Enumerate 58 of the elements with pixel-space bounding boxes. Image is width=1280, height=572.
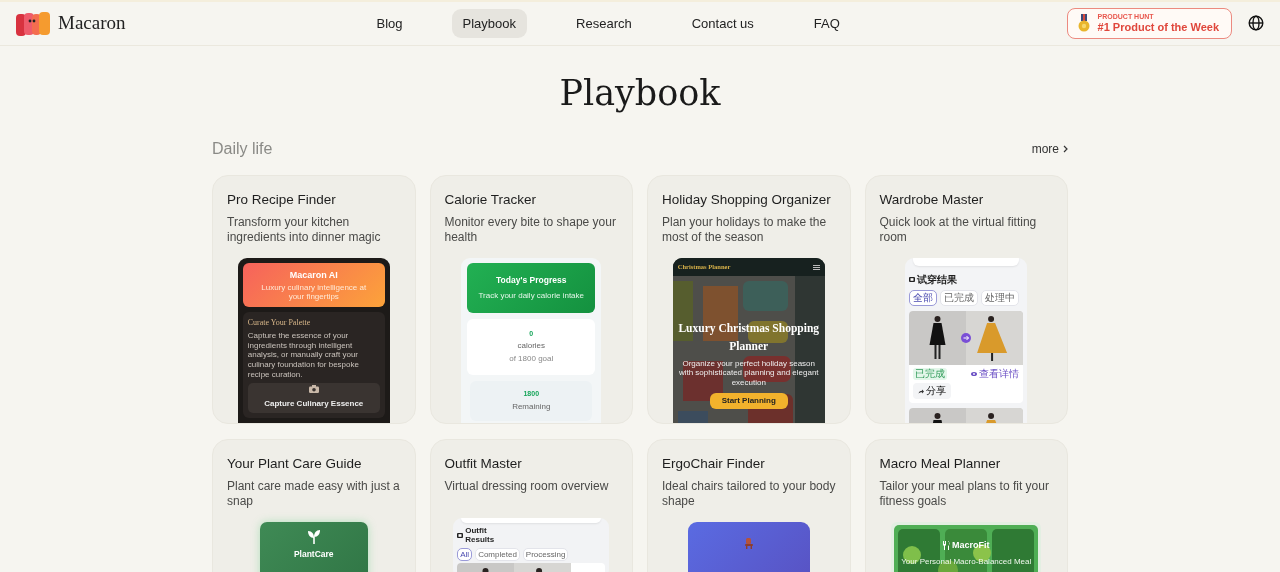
nav-link[interactable]: Contact us xyxy=(680,8,765,39)
card-title: Calorie Tracker xyxy=(444,191,538,210)
brand-name[interactable]: Macaron xyxy=(58,9,126,38)
card-title: Holiday Shopping Organizer xyxy=(662,191,832,210)
stat-label: calories xyxy=(517,340,546,353)
app-card[interactable]: Your Plant Care Guide Plant care made easy with just a snap PlantCare xyxy=(212,439,416,572)
card-title: Outfit Master xyxy=(444,455,523,474)
card-description: Ideal chairs tailored to your body shape xyxy=(662,479,836,509)
card-description: Plant care made easy with just a snap xyxy=(227,479,401,509)
results-heading: 试穿结果 xyxy=(917,273,958,288)
nav-link[interactable]: Playbook xyxy=(451,8,528,39)
card-description: Virtual dressing room overview xyxy=(444,479,610,496)
panel-text: Capture the essence of your ingredients through intelligent analysis, or manually craft your culinary foundation for bespoke recipe curation. xyxy=(247,331,360,380)
nav-link[interactable]: Research xyxy=(565,8,643,39)
stat-note: of 1800 goal xyxy=(509,353,554,366)
filter-tab[interactable]: 已完成 xyxy=(940,290,979,307)
card-description: Monitor every bite to shape your health xyxy=(444,215,617,245)
card-title: Wardrobe Master xyxy=(879,191,985,210)
hero-heading: Luxury Christmas Shopping Planner xyxy=(677,321,820,354)
app-card[interactable]: Wardrobe Master Quick look at the virtual fitting room 试穿结果 全部 已完成 处理中 已完成 查看详情 分享 xyxy=(864,175,1068,425)
results-heading: Outfit Results xyxy=(465,526,496,545)
hero-text: Organize your perfect holiday season with sophisticated planning and elegant execution xyxy=(677,358,820,388)
section-title: Daily life xyxy=(212,139,273,159)
card-description: Quick look at the virtual fitting room xyxy=(879,215,1038,245)
filter-tab[interactable]: 全部 xyxy=(909,290,938,307)
share-button[interactable]: 分享 xyxy=(913,383,952,400)
app-title: Macaron AI xyxy=(289,268,338,282)
app-title: PlantCare xyxy=(293,548,334,561)
upload-label: Capture Culinary Essence xyxy=(264,398,364,411)
app-tagline: Luxury culinary intelligence at your fingertips xyxy=(260,283,368,302)
card-title: Pro Recipe Finder xyxy=(227,191,337,210)
app-tagline: Your Personal Macro-Balanced Meal xyxy=(901,555,1032,568)
page-title: Playbook xyxy=(558,72,722,114)
nav-link[interactable]: FAQ xyxy=(802,8,851,39)
progress-subheading: Track your daily calorie intake xyxy=(478,290,584,303)
app-card[interactable]: ErgoChair Finder Ideal chairs tailored to your body shape xyxy=(647,439,851,572)
details-link[interactable]: 查看详情 xyxy=(971,368,1020,381)
panel-heading: Curate Your Palette xyxy=(247,317,312,330)
card-description: Transform your kitchen ingredients into dinner magic xyxy=(227,215,382,245)
card-description: Plan your holidays to make the most of the season xyxy=(662,215,828,245)
filter-tab[interactable]: Completed xyxy=(475,547,520,562)
filter-tab[interactable]: All xyxy=(457,547,473,562)
app-card[interactable]: Outfit Master Virtual dressing room overview Outfit Results All Completed Processing xyxy=(429,439,633,572)
app-card[interactable]: Macro Meal Planner Tailor your meal plans to fit your fitness goals MacroFit Your Personal Macro-Balanced Meal xyxy=(864,439,1068,572)
card-title: Your Plant Care Guide xyxy=(227,455,363,474)
stat-label: Remaining xyxy=(512,400,551,413)
progress-heading: Today's Progress xyxy=(496,274,567,288)
card-description: Tailor your meal plans to fit your fitness goals xyxy=(879,479,1050,509)
filter-tab[interactable]: 处理中 xyxy=(981,290,1020,307)
badge-title: #1 Product of the Week xyxy=(1097,19,1219,35)
status-tag: 已完成 xyxy=(913,368,948,381)
card-title: Macro Meal Planner xyxy=(879,455,1002,474)
more-link[interactable]: more xyxy=(1031,139,1068,158)
filter-tab[interactable]: Processing xyxy=(522,547,569,562)
app-title: MacroFit xyxy=(952,539,990,553)
nav-link[interactable]: Blog xyxy=(365,8,414,39)
upload-area[interactable]: Capture Culinary Essence xyxy=(247,383,380,414)
card-title: ErgoChair Finder xyxy=(662,455,766,474)
